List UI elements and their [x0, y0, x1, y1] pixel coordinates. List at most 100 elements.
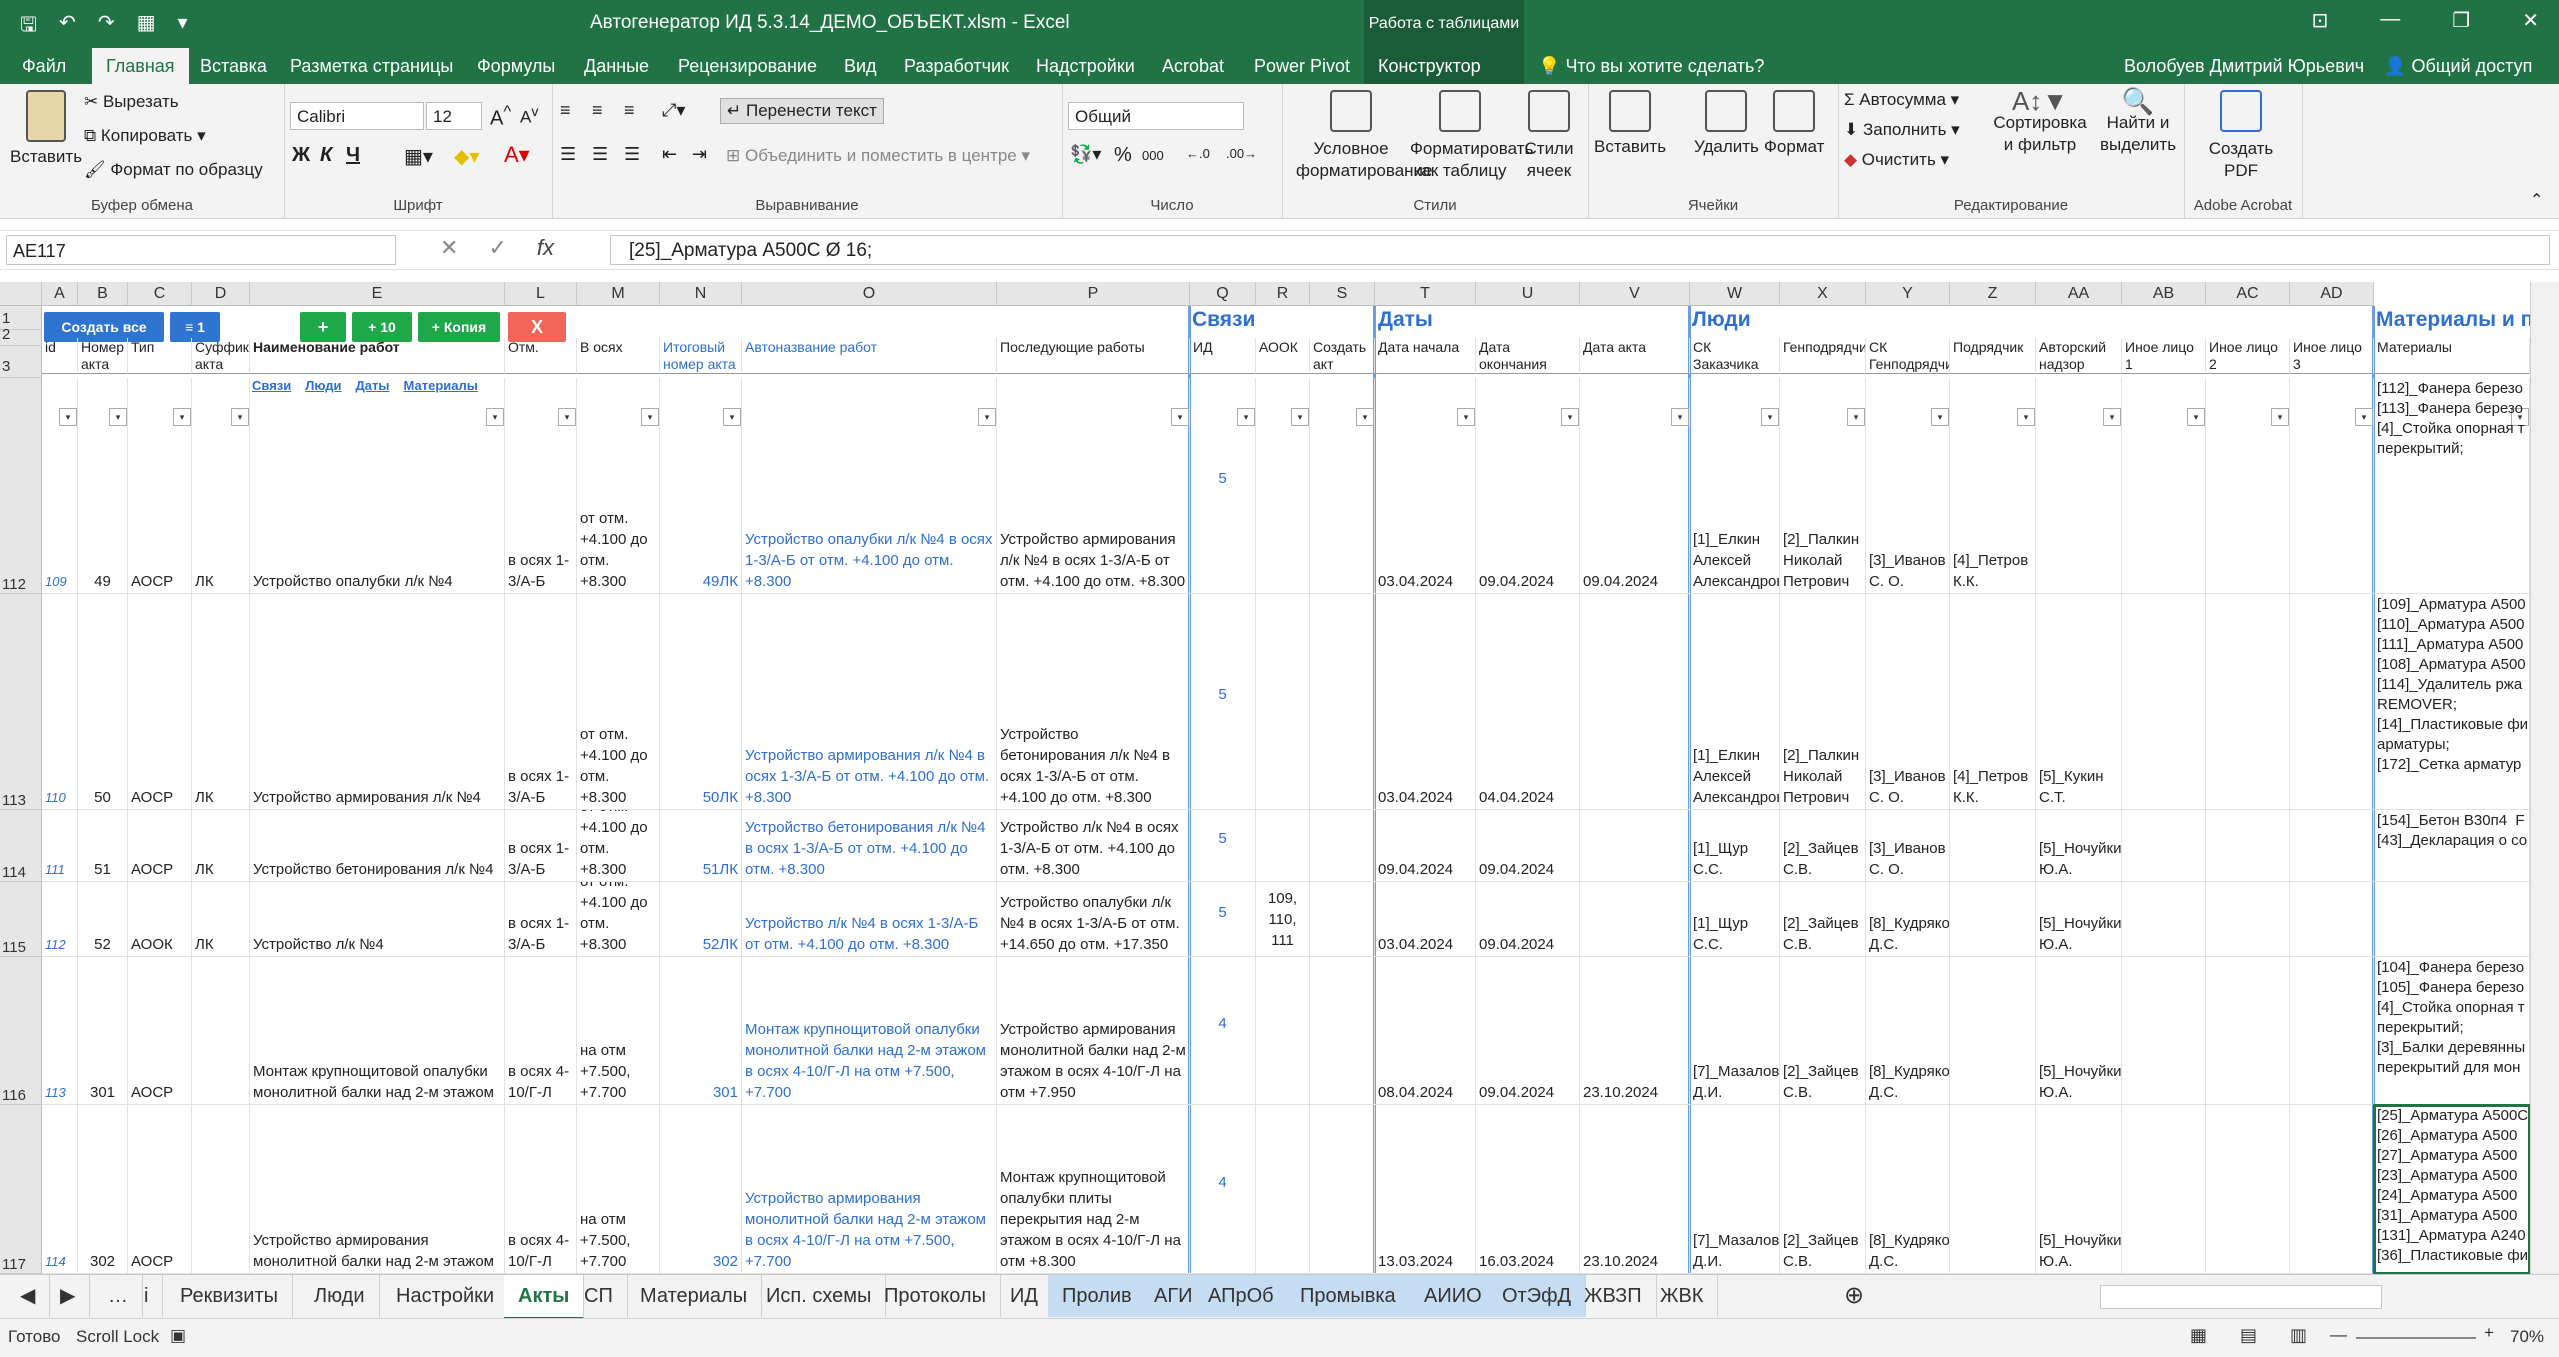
- autosum-button[interactable]: Σ Автосумма ▾: [1844, 90, 1959, 110]
- collapse-ribbon-icon[interactable]: ⌃: [2530, 190, 2543, 210]
- empty-cell[interactable]: [2206, 378, 2290, 594]
- sheet-tab[interactable]: ЖВК: [1646, 1275, 1719, 1317]
- cell-total[interactable]: 302: [660, 1105, 742, 1274]
- cell-actdate[interactable]: 23.10.2024: [1580, 957, 1690, 1105]
- empty-cell[interactable]: [2206, 882, 2290, 957]
- cell-axes[interactable]: на отм +7.500, +7.700: [577, 957, 660, 1105]
- cell-next[interactable]: Устройство армирования монолитной балки …: [997, 957, 1190, 1105]
- empty-cell[interactable]: [2206, 957, 2290, 1105]
- tab-insert[interactable]: Вставка: [186, 48, 281, 84]
- wrap-text-button[interactable]: ↵ Перенести текст: [720, 98, 884, 124]
- cell-name[interactable]: Устройство бетонирования л/к №4: [250, 810, 505, 882]
- empty-cell[interactable]: [2122, 378, 2206, 594]
- horizontal-scrollbar[interactable]: [2100, 1285, 2382, 1309]
- cell-sub[interactable]: [1950, 957, 2036, 1105]
- cell-suffix[interactable]: ЛК: [192, 882, 250, 957]
- cell-otm[interactable]: в осях 1-3/А-Б: [505, 810, 577, 882]
- save-icon[interactable]: 🖫: [20, 10, 37, 44]
- sort-filter-button[interactable]: A↕▼ Сортировка и фильтр: [1988, 88, 2092, 156]
- cell-type[interactable]: АОСР: [128, 378, 192, 594]
- cell-type[interactable]: АОСР: [128, 957, 192, 1105]
- cell-otm[interactable]: в осях 1-3/А-Б: [505, 594, 577, 810]
- cell-id_links[interactable]: 5: [1190, 882, 1256, 957]
- clear-button[interactable]: ◆ Очистить ▾: [1844, 150, 1949, 170]
- cell-type[interactable]: АОСР: [128, 594, 192, 810]
- orientation-icon[interactable]: ⤢▾: [662, 100, 685, 121]
- column-header[interactable]: B: [78, 282, 128, 306]
- empty-cell[interactable]: [2290, 882, 2374, 957]
- empty-cell[interactable]: [1310, 378, 1375, 594]
- cell-axes[interactable]: от отм. +4.100 до отм. +8.300: [577, 378, 660, 594]
- cell-mat[interactable]: [109]_Арматура А500 [110]_Арматура А500 …: [2374, 594, 2530, 810]
- column-header[interactable]: AC: [2206, 282, 2290, 306]
- cell-auto[interactable]: Устройство л/к №4 в осях 1-3/А-Б от отм.…: [742, 882, 997, 957]
- undo-icon[interactable]: ↶: [59, 10, 76, 44]
- column-header[interactable]: T: [1375, 282, 1476, 306]
- cell-mat[interactable]: [104]_Фанера березо [105]_Фанера березо …: [2374, 957, 2530, 1105]
- format-as-table-button[interactable]: Форматировать как таблицу: [1410, 90, 1533, 182]
- cell-total[interactable]: 51ЛК: [660, 810, 742, 882]
- cell-name[interactable]: Устройство л/к №4: [250, 882, 505, 957]
- cell-skgen[interactable]: [3]_Иванов С. О.: [1866, 594, 1950, 810]
- cell-skgen[interactable]: [8]_Кудряков Д.С.: [1866, 882, 1950, 957]
- cell-actdate[interactable]: [1580, 594, 1690, 810]
- italic-button[interactable]: К: [320, 144, 332, 167]
- cell-id[interactable]: 109: [42, 378, 78, 594]
- enter-icon[interactable]: ✓: [488, 235, 506, 261]
- tab-view[interactable]: Вид: [830, 48, 891, 84]
- tab-addins[interactable]: Надстройки: [1022, 48, 1149, 84]
- tab-formulas[interactable]: Формулы: [463, 48, 569, 84]
- tab-review[interactable]: Рецензирование: [664, 48, 831, 84]
- cell-next[interactable]: Устройство бетонирования л/к №4 в осях 1…: [997, 594, 1190, 810]
- macro-record-icon[interactable]: ▣: [170, 1326, 186, 1346]
- row-header[interactable]: 114: [0, 810, 42, 882]
- normal-view-icon[interactable]: ▦: [2190, 1325, 2207, 1346]
- cell-sub[interactable]: [1950, 882, 2036, 957]
- column-header[interactable]: D: [192, 282, 250, 306]
- page-break-view-icon[interactable]: ▥: [2290, 1325, 2307, 1346]
- empty-cell[interactable]: [2290, 810, 2374, 882]
- empty-cell[interactable]: [2122, 957, 2206, 1105]
- sheet-tab[interactable]: Исп. схемы: [752, 1275, 887, 1317]
- zoom-level[interactable]: 70%: [2510, 1327, 2544, 1347]
- empty-cell[interactable]: [1310, 882, 1375, 957]
- row-header[interactable]: 3: [0, 346, 42, 378]
- cell-act[interactable]: 51: [78, 810, 128, 882]
- zoom-slider[interactable]: [2356, 1337, 2476, 1339]
- paste-button[interactable]: Вставить: [10, 90, 82, 167]
- cell-sk[interactable]: [7]_Мазалов Д.И.: [1690, 957, 1780, 1105]
- cell-act[interactable]: 52: [78, 882, 128, 957]
- empty-cell[interactable]: [1310, 957, 1375, 1105]
- borders-icon[interactable]: ▦▾: [404, 144, 433, 169]
- minimize-icon[interactable]: —: [2380, 8, 2400, 33]
- column-header[interactable]: S: [1310, 282, 1375, 306]
- new-sheet-icon[interactable]: ⊕: [1830, 1275, 1878, 1317]
- cell-aook[interactable]: [1256, 594, 1310, 810]
- cell-gen[interactable]: [2]_Палкин Николай Петрович: [1780, 594, 1866, 810]
- tab-home[interactable]: Главная: [92, 48, 189, 84]
- column-header[interactable]: Q: [1190, 282, 1256, 306]
- cell-otm[interactable]: в осях 4-10/Г-Л: [505, 1105, 577, 1274]
- cut-button[interactable]: ✂ Вырезать: [84, 92, 179, 112]
- sheet-tab[interactable]: ЖВЗП: [1570, 1275, 1657, 1317]
- row-header[interactable]: 117: [0, 1105, 42, 1274]
- decrease-decimal-icon[interactable]: .00→: [1226, 146, 1257, 161]
- cell-aook[interactable]: [1256, 810, 1310, 882]
- align-right-icon[interactable]: ☰: [624, 144, 640, 165]
- column-header[interactable]: Z: [1950, 282, 2036, 306]
- cell-next[interactable]: Монтаж крупнощитовой опалубки плиты пере…: [997, 1105, 1190, 1274]
- scroll-tabs-left-icon[interactable]: ◀: [6, 1275, 51, 1317]
- customize-qat-icon[interactable]: ▾: [177, 10, 187, 44]
- cell-aut[interactable]: [5]_Кукин С.Т.: [2036, 594, 2122, 810]
- sheet-tab[interactable]: Промывка: [1286, 1275, 1411, 1317]
- tab-design[interactable]: Конструктор: [1364, 48, 1524, 84]
- empty-cell[interactable]: [1310, 810, 1375, 882]
- tell-me[interactable]: 💡 Что вы хотите сделать?: [1538, 48, 1764, 84]
- cell-name[interactable]: Монтаж крупнощитовой опалубки монолитной…: [250, 957, 505, 1105]
- column-header[interactable]: Y: [1866, 282, 1950, 306]
- cell-actdate[interactable]: [1580, 810, 1690, 882]
- column-header[interactable]: U: [1476, 282, 1580, 306]
- cell-mat[interactable]: [2374, 882, 2530, 957]
- cell-otm[interactable]: в осях 1-3/А-Б: [505, 882, 577, 957]
- thousands-button[interactable]: 000: [1142, 148, 1164, 163]
